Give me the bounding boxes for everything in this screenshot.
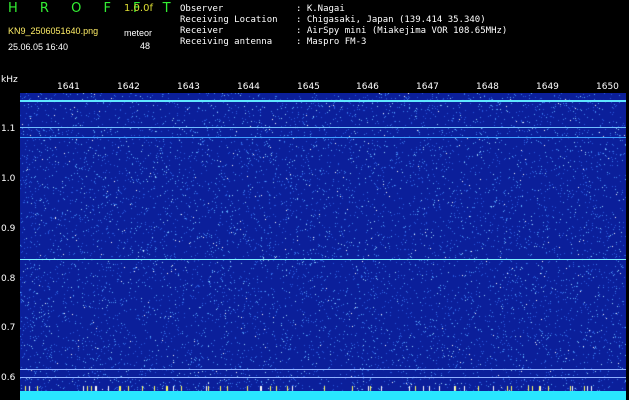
location-value: : Chigasaki, Japan (139.414 35.340): [296, 15, 486, 25]
time-tick: 1641: [57, 82, 80, 92]
app-title: H R O F F T: [8, 1, 180, 16]
observer-label: Observer: [180, 4, 224, 14]
meteor-count: 48: [140, 41, 151, 51]
location-label: Receiving Location: [180, 15, 278, 25]
freq-tick: 0.6: [1, 373, 16, 383]
time-tick: 1644: [237, 82, 260, 92]
freq-tick: 1.0: [1, 174, 16, 184]
version-label: 1.0.0f: [124, 3, 153, 14]
antenna-value: : Maspro FM-3: [296, 37, 367, 47]
reference-line: [20, 369, 626, 370]
time-tick: 1649: [536, 82, 559, 92]
meteor-label: meteor: [124, 28, 153, 38]
signal-line: [20, 259, 626, 260]
reference-line: [20, 377, 626, 378]
freq-tick: 1.1: [1, 124, 16, 134]
noise-floor-band: [20, 391, 626, 400]
time-tick: 1650: [596, 82, 619, 92]
freq-tick: 0.8: [1, 274, 16, 284]
time-tick: 1643: [177, 82, 200, 92]
freq-tick: 0.7: [1, 323, 16, 333]
vor-carrier-line: [20, 100, 626, 102]
file-name: KN9_2506051640.png: [8, 26, 99, 36]
time-tick: 1647: [416, 82, 439, 92]
observer-value: : K.Nagai: [296, 4, 345, 14]
time-tick: 1648: [476, 82, 499, 92]
time-tick: 1645: [297, 82, 320, 92]
reference-line: [20, 137, 626, 138]
time-tick: 1646: [356, 82, 379, 92]
header-panel: H R O F F T 1.0.0f KN9_2506051640.png 25…: [0, 0, 629, 78]
spectrogram-noise: [20, 93, 626, 400]
reference-line: [20, 127, 626, 128]
spectrogram: [20, 93, 626, 400]
info-block: Observer : K.Nagai Receiving Location : Ch…: [180, 4, 507, 48]
time-tick: 1642: [117, 82, 140, 92]
unit-label: kHz: [1, 75, 18, 85]
antenna-label: Receiving antenna: [180, 37, 273, 47]
freq-tick: 0.9: [1, 224, 16, 234]
receiver-label: Receiver: [180, 26, 224, 36]
receiver-value: : AirSpy mini (Miakejima VOR 108.65MHz): [296, 26, 508, 36]
date-time: 25.06.05 16:40: [8, 42, 69, 52]
